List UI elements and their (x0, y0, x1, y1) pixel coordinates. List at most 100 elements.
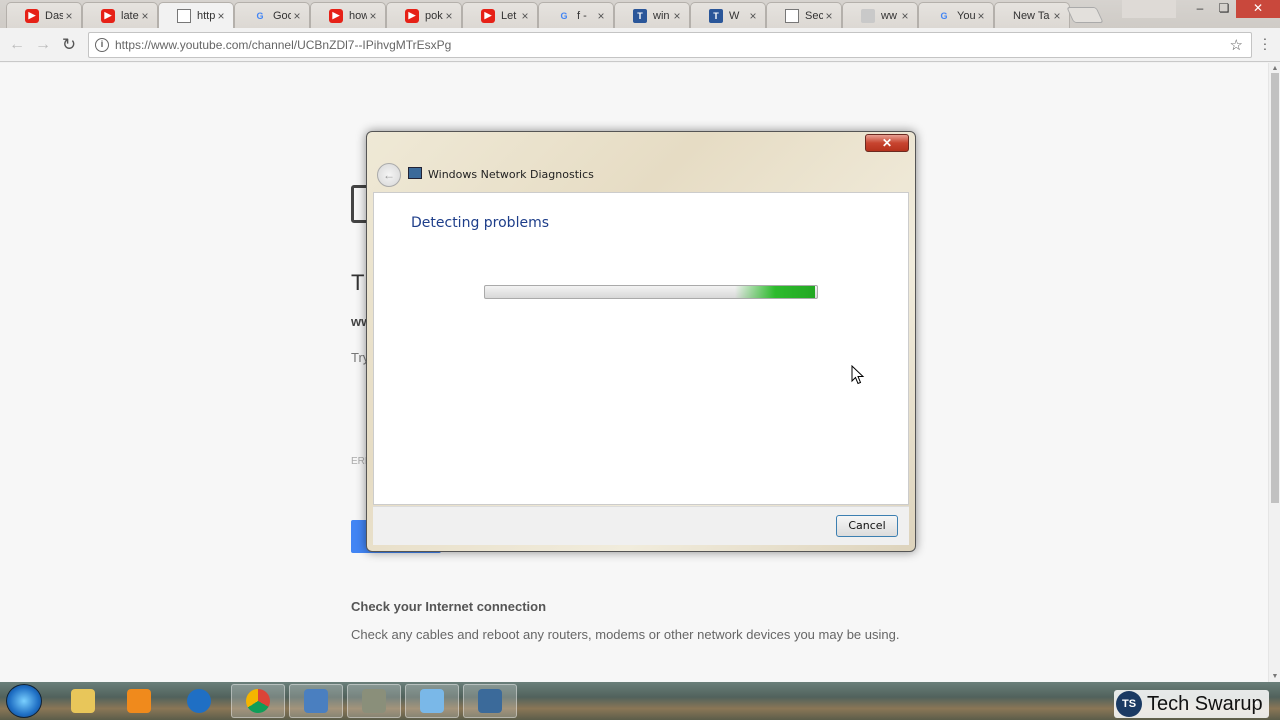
taskbar-tool[interactable] (347, 684, 401, 718)
network-icon (304, 689, 328, 713)
youtube-icon: ▶ (405, 8, 419, 23)
network-diagnostics-dialog: ✕ ← Windows Network Diagnostics Detectin… (366, 131, 916, 552)
tab-title: f - (577, 9, 587, 22)
tab-close-icon[interactable]: × (595, 9, 607, 23)
progress-bar (484, 285, 818, 299)
t-icon: T (633, 8, 647, 23)
taskbar-chrome[interactable] (231, 684, 285, 718)
info-icon[interactable]: i (95, 38, 109, 52)
browser-tab[interactable]: ▶ Let × (462, 2, 538, 28)
reload-icon[interactable]: ↻ (58, 34, 80, 56)
progress-marquee (735, 286, 815, 298)
tab-title: ww (881, 9, 897, 22)
tab-close-icon[interactable]: × (215, 9, 227, 23)
network-diagnostics-icon (408, 167, 422, 179)
browser-tab[interactable]: T W × (690, 2, 766, 28)
tab-close-icon[interactable]: × (747, 9, 759, 23)
dialog-footer: Cancel (373, 506, 909, 545)
taskbar-explorer[interactable] (56, 684, 110, 718)
tab-close-icon[interactable]: × (519, 9, 531, 23)
new-tab-button[interactable] (1066, 7, 1104, 23)
browser-tab[interactable]: Gf - × (538, 2, 614, 28)
taskbar-browser-e[interactable] (172, 684, 226, 718)
profile-button[interactable] (1122, 0, 1176, 18)
google-icon: G (256, 10, 264, 21)
tab-close-icon[interactable]: × (823, 9, 835, 23)
window-close-icon[interactable]: ✕ (1236, 0, 1280, 18)
ie-icon (187, 689, 211, 713)
check-connection-body: Check any cables and reboot any routers,… (351, 627, 900, 642)
tab-close-icon[interactable]: × (671, 9, 683, 23)
tab-title: win (653, 9, 670, 22)
dialog-title: Windows Network Diagnostics (428, 168, 594, 181)
channel-watermark: TS Tech Swarup (1114, 690, 1269, 718)
scroll-down-icon[interactable]: ▼ (1269, 673, 1280, 680)
tab-title: pok (425, 9, 443, 22)
tab-close-icon[interactable]: × (63, 9, 75, 23)
blank-icon (861, 8, 875, 23)
back-arrow-icon[interactable]: ← (6, 34, 28, 56)
dialog-content: Detecting problems (373, 192, 909, 505)
watermark-logo: TS (1116, 691, 1142, 717)
minimize-icon[interactable]: – (1188, 0, 1212, 18)
tab-title: late (121, 9, 139, 22)
tab-close-icon[interactable]: × (443, 9, 455, 23)
browser-tab[interactable]: http × (158, 2, 234, 28)
tab-title: W (729, 9, 740, 22)
tab-close-icon[interactable]: × (975, 9, 987, 23)
scrollbar-thumb[interactable] (1271, 73, 1279, 503)
media-player-icon (127, 689, 151, 713)
page-icon (177, 9, 191, 23)
tab-close-icon[interactable]: × (367, 9, 379, 23)
tab-close-icon[interactable]: × (899, 9, 911, 23)
restore-icon[interactable]: ❏ (1212, 0, 1236, 18)
dialog-back-icon[interactable]: ← (377, 163, 401, 187)
browser-tab[interactable]: G You × (918, 2, 994, 28)
cancel-button[interactable]: Cancel (836, 515, 898, 537)
tab-title: Goo (273, 9, 291, 22)
taskbar-network[interactable] (289, 684, 343, 718)
browser-tab[interactable]: Twin × (614, 2, 690, 28)
taskbar-paint[interactable] (405, 684, 459, 718)
browser-tab[interactable]: G Goo × (234, 2, 310, 28)
menu-dots-icon[interactable]: · · · (1260, 31, 1270, 55)
tab-title: Let (501, 9, 517, 22)
tab-title: http (197, 10, 215, 22)
forward-arrow-icon[interactable]: → (32, 34, 54, 56)
tab-strip: ▶ Das × ▶ late × http × G Goo × ▶ how × ▶ pok × ▶ Let × Gf -… (0, 0, 1280, 28)
taskbar: ▲ (0, 682, 1280, 720)
youtube-icon: ▶ (481, 8, 495, 23)
taskbar-media-player[interactable] (112, 684, 166, 718)
tab-title: how (349, 9, 367, 22)
google-icon: G (940, 10, 948, 21)
tab-close-icon[interactable]: × (139, 9, 151, 23)
browser-tab[interactable]: ▶ Das × (6, 2, 82, 28)
tab-title: Das (45, 9, 63, 22)
bookmark-star-icon[interactable]: ☆ (1230, 36, 1243, 54)
address-bar[interactable]: i https://www.youtube.com/channel/UCBnZD… (88, 32, 1252, 58)
tab-title: Sec (805, 9, 823, 22)
tab-close-icon[interactable]: × (1051, 9, 1063, 23)
taskbar-diagnostics[interactable] (463, 684, 517, 718)
page-scrollbar[interactable]: ▲ ▼ (1268, 63, 1280, 682)
tool-icon (362, 689, 386, 713)
youtube-icon: ▶ (25, 8, 39, 23)
browser-tab[interactable]: New Ta × (994, 2, 1070, 28)
window-controls: – ❏ ✕ (1188, 0, 1280, 18)
dialog-close-button[interactable]: ✕ (865, 134, 909, 152)
tab-title: New Ta (1013, 9, 1050, 22)
browser-tab[interactable]: ▶ late × (82, 2, 158, 28)
tab-title: You (957, 9, 975, 22)
youtube-icon: ▶ (329, 8, 343, 23)
tab-close-icon[interactable]: × (291, 9, 303, 23)
browser-tab[interactable]: ▶ how × (310, 2, 386, 28)
t-icon: T (709, 8, 723, 23)
check-connection-title: Check your Internet connection (351, 599, 547, 614)
start-button-icon[interactable] (6, 684, 42, 718)
browser-tab[interactable]: ▶ pok × (386, 2, 462, 28)
watermark-text: Tech Swarup (1147, 692, 1263, 715)
browser-tab[interactable]: ww × (842, 2, 918, 28)
browser-tab[interactable]: Sec × (766, 2, 842, 28)
scroll-up-icon[interactable]: ▲ (1269, 65, 1280, 72)
url-text[interactable]: https://www.youtube.com/channel/UCBnZDl7… (115, 38, 1230, 52)
